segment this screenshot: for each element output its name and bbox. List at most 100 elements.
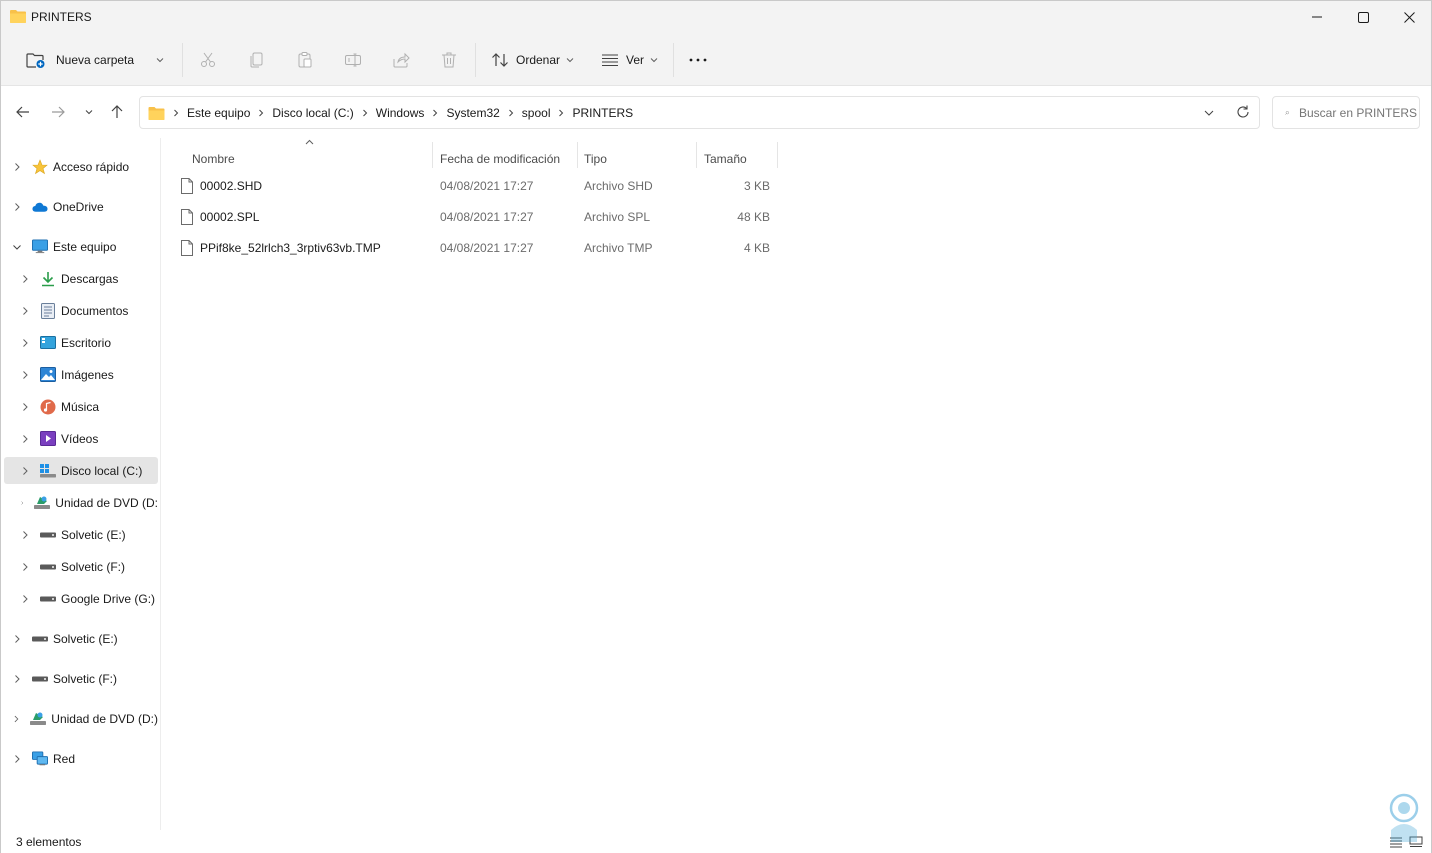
chevron-right-icon[interactable] [20, 370, 30, 380]
rename-button[interactable] [344, 46, 362, 74]
paste-icon [298, 52, 312, 68]
sidebar-item-disco-local-c[interactable]: Disco local (C:) [4, 457, 158, 484]
copy-button[interactable] [248, 46, 266, 74]
sidebar-item-videos[interactable]: Vídeos [4, 425, 158, 452]
chevron-right-icon[interactable] [20, 466, 30, 476]
column-divider[interactable] [577, 142, 578, 168]
sidebar-item-google-drive-g[interactable]: Google Drive (G:) [4, 585, 158, 612]
view-button[interactable]: Ver [601, 46, 658, 74]
sidebar-item-label: Documentos [61, 303, 129, 318]
sidebar-item-musica[interactable]: Música [4, 393, 158, 420]
chevron-right-icon[interactable] [20, 338, 30, 348]
sidebar-item-onedrive[interactable]: OneDrive [4, 193, 158, 220]
sidebar-item-escritorio[interactable]: Escritorio [4, 329, 158, 356]
column-header-size[interactable]: Tamaño [704, 144, 747, 174]
breadcrumb-item-este-equipo[interactable]: Este equipo [187, 106, 250, 120]
up-button[interactable] [107, 102, 127, 122]
recent-locations-button[interactable] [79, 102, 99, 122]
sidebar-item-solvetic-e-root[interactable]: Solvetic (E:) [4, 625, 158, 652]
chevron-right-icon[interactable] [20, 594, 30, 604]
chevron-right-icon[interactable] [12, 714, 20, 724]
address-bar[interactable]: Este equipo Disco local (C:) Windows Sys… [139, 96, 1260, 129]
vertical-scrollbar[interactable] [1425, 138, 1429, 830]
new-folder-icon [26, 53, 45, 68]
chevron-right-icon[interactable] [12, 754, 22, 764]
column-divider[interactable] [432, 142, 433, 168]
watermark-logo-icon [1389, 793, 1419, 842]
file-name: PPif8ke_52lrlch3_3rptiv63vb.TMP [200, 241, 381, 255]
breadcrumb-item-printers[interactable]: PRINTERS [572, 106, 633, 120]
sidebar-item-dvd-d[interactable]: Unidad de DVD (D: [4, 489, 158, 516]
column-header-name[interactable]: Nombre [192, 144, 235, 174]
share-button[interactable] [392, 46, 410, 74]
minimize-icon [1312, 16, 1322, 18]
minimize-button[interactable] [1294, 1, 1340, 33]
address-history-chevron-icon[interactable] [1204, 108, 1214, 118]
sidebar-item-acceso-rapido[interactable]: Acceso rápido [4, 153, 158, 180]
chevron-right-icon[interactable] [20, 402, 30, 412]
chevron-right-icon[interactable] [20, 530, 30, 540]
chevron-right-icon[interactable] [12, 202, 22, 212]
sidebar-item-dvd-d-root[interactable]: Unidad de DVD (D:) [4, 705, 158, 732]
file-type: Archivo SPL [584, 210, 651, 224]
search-box[interactable] [1272, 96, 1420, 129]
chevron-right-icon[interactable] [12, 634, 22, 644]
column-divider[interactable] [696, 142, 697, 168]
chevron-right-icon[interactable] [12, 162, 22, 172]
paste-button[interactable] [296, 46, 314, 74]
chevron-right-icon [174, 109, 179, 116]
sidebar-item-label: Vídeos [61, 431, 99, 446]
table-row[interactable]: 00002.SHD 04/08/2021 17:27 Archivo SHD 3… [162, 172, 782, 200]
usb-drive-icon [40, 591, 56, 607]
refresh-icon[interactable] [1236, 105, 1250, 119]
forward-button[interactable] [48, 102, 68, 122]
more-options-button[interactable] [689, 46, 707, 74]
sidebar-item-solvetic-f-root[interactable]: Solvetic (F:) [4, 665, 158, 692]
sort-button[interactable]: Ordenar [491, 46, 574, 74]
close-button[interactable] [1386, 1, 1432, 33]
delete-button[interactable] [440, 46, 458, 74]
chevron-right-icon[interactable] [20, 306, 30, 316]
chevron-right-icon[interactable] [20, 498, 24, 508]
column-divider[interactable] [777, 142, 778, 168]
chevron-right-icon[interactable] [12, 674, 22, 684]
sidebar-item-imagenes[interactable]: Imágenes [4, 361, 158, 388]
chevron-down-icon[interactable] [12, 242, 22, 252]
search-input[interactable] [1299, 105, 1419, 120]
sidebar-item-este-equipo[interactable]: Este equipo [4, 233, 158, 260]
command-bar: Nueva carpeta Ordenar Ver [1, 33, 1431, 86]
cut-button[interactable] [199, 46, 217, 74]
chevron-right-icon[interactable] [20, 562, 30, 572]
chevron-down-icon [566, 58, 574, 63]
column-header-type[interactable]: Tipo [584, 144, 607, 174]
table-row[interactable]: 00002.SPL 04/08/2021 17:27 Archivo SPL 4… [162, 203, 782, 231]
table-row[interactable]: PPif8ke_52lrlch3_3rptiv63vb.TMP 04/08/20… [162, 234, 782, 262]
folder-icon [148, 106, 165, 120]
new-folder-button[interactable]: Nueva carpeta [26, 46, 164, 74]
sidebar-item-documentos[interactable]: Documentos [4, 297, 158, 324]
toolbar-divider [182, 43, 183, 77]
breadcrumb-item-disco-local[interactable]: Disco local (C:) [272, 106, 353, 120]
sidebar-item-descargas[interactable]: Descargas [4, 265, 158, 292]
file-icon [181, 240, 193, 256]
file-type: Archivo TMP [584, 241, 653, 255]
sidebar-item-solvetic-e[interactable]: Solvetic (E:) [4, 521, 158, 548]
file-type: Archivo SHD [584, 179, 653, 193]
item-count: 3 elementos [16, 835, 82, 849]
maximize-button[interactable] [1340, 1, 1386, 33]
sidebar-item-label: Este equipo [53, 239, 117, 254]
breadcrumb-item-windows[interactable]: Windows [376, 106, 425, 120]
usb-drive-icon [40, 559, 56, 575]
sidebar-item-solvetic-f[interactable]: Solvetic (F:) [4, 553, 158, 580]
chevron-right-icon[interactable] [20, 274, 30, 284]
breadcrumb-item-system32[interactable]: System32 [446, 106, 499, 120]
sidebar-item-label: Escritorio [61, 335, 112, 350]
back-button[interactable] [13, 102, 33, 122]
chevron-right-icon[interactable] [20, 434, 30, 444]
chevron-down-icon [85, 110, 93, 115]
breadcrumb-item-spool[interactable]: spool [522, 106, 551, 120]
sidebar-item-red[interactable]: Red [4, 745, 158, 772]
column-header-date[interactable]: Fecha de modificación [440, 144, 560, 174]
sidebar-item-label: Acceso rápido [53, 159, 130, 174]
document-icon [40, 302, 56, 319]
